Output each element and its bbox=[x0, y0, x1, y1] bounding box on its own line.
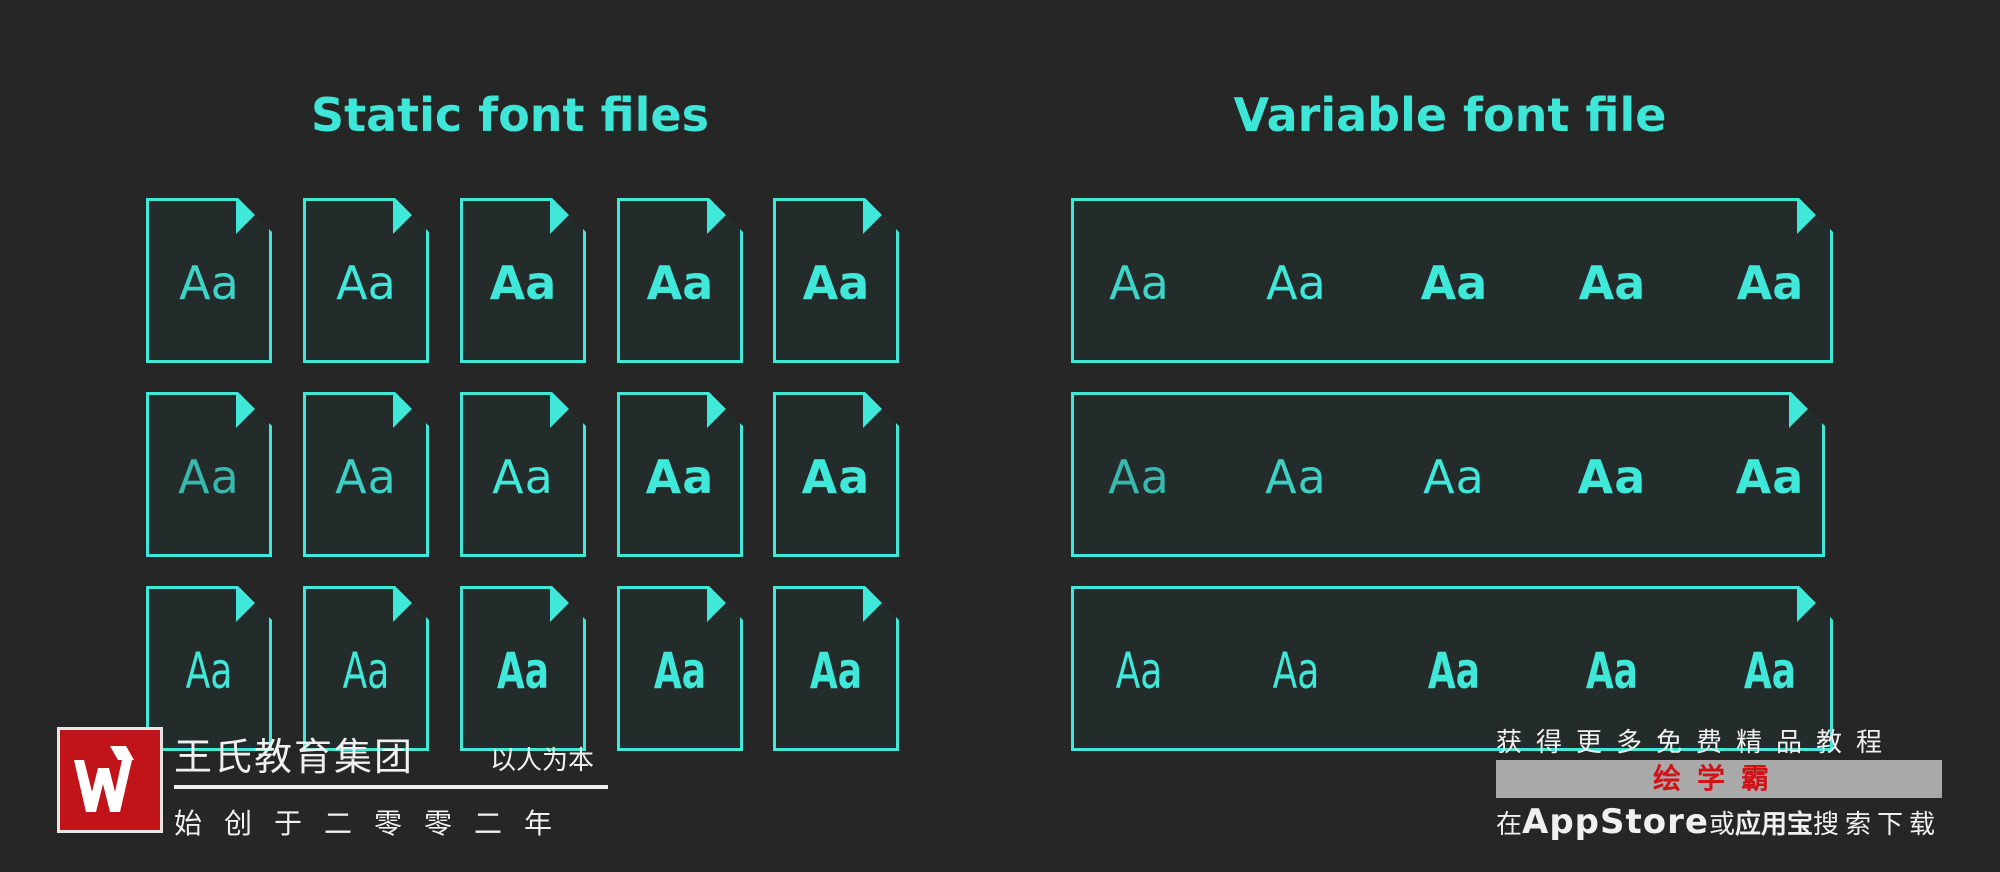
variable-font-sample: Aa bbox=[1736, 255, 1804, 310]
variable-font-sample: Aa bbox=[1735, 449, 1805, 504]
static-font-sample: Aa bbox=[336, 255, 396, 310]
static-font-sample: Aa bbox=[335, 449, 397, 504]
variable-font-sample: Aa bbox=[1578, 255, 1646, 310]
static-font-file: Aa bbox=[303, 392, 429, 557]
static-font-file: Aa bbox=[773, 392, 899, 557]
file-corner-fold-icon bbox=[550, 394, 584, 428]
promo-app-name: 应用宝 bbox=[1734, 810, 1813, 840]
static-font-sample: Aa bbox=[492, 449, 554, 504]
static-font-sample: Aa bbox=[496, 641, 550, 700]
static-font-sample: Aa bbox=[645, 449, 715, 504]
file-corner-fold-icon bbox=[393, 394, 427, 428]
static-font-file: Aa bbox=[146, 392, 272, 557]
variable-font-file-heading: Variable font file bbox=[1233, 88, 1667, 142]
file-corner-fold-icon bbox=[550, 200, 584, 234]
static-font-sample: Aa bbox=[185, 641, 233, 700]
logo-w-mark-icon bbox=[74, 746, 134, 812]
static-font-file: Aa bbox=[617, 198, 743, 363]
variable-font-sample: Aa bbox=[1743, 641, 1797, 700]
static-font-sample: Aa bbox=[646, 255, 714, 310]
file-corner-fold-icon bbox=[236, 200, 270, 234]
static-font-file: Aa bbox=[460, 586, 586, 751]
promo-suffix: 搜索下载 bbox=[1812, 810, 1941, 840]
static-font-sample: Aa bbox=[342, 641, 390, 700]
promo-store-name: AppStore bbox=[1522, 802, 1709, 842]
file-corner-fold-icon bbox=[863, 588, 897, 622]
file-corner-fold-icon bbox=[707, 588, 741, 622]
static-font-sample: Aa bbox=[653, 641, 707, 700]
static-font-file: Aa bbox=[303, 198, 429, 363]
static-font-sample: Aa bbox=[489, 255, 557, 310]
variable-font-sample: Aa bbox=[1423, 449, 1485, 504]
file-corner-fold-icon bbox=[707, 394, 741, 428]
variable-font-sample: Aa bbox=[1115, 641, 1163, 700]
file-corner-fold-icon bbox=[236, 588, 270, 622]
watermark-company-name: 王氏教育集团 bbox=[174, 735, 415, 779]
watermark-slogan: 以人为本 bbox=[490, 746, 595, 776]
watermark-founded: 始创于二零零二年 bbox=[174, 807, 575, 840]
file-corner-fold-icon bbox=[393, 200, 427, 234]
static-font-file: Aa bbox=[773, 198, 899, 363]
promo-app-badge: 绘学霸 bbox=[1496, 760, 1942, 798]
variable-font-file: Aa Aa Aa Aa Aa bbox=[1071, 198, 1833, 363]
static-font-sample: Aa bbox=[809, 641, 863, 700]
variable-font-sample: Aa bbox=[1427, 641, 1481, 700]
file-corner-fold-icon bbox=[236, 394, 270, 428]
static-font-sample: Aa bbox=[801, 449, 871, 504]
variable-font-sample: Aa bbox=[1577, 449, 1647, 504]
variable-font-sample: Aa bbox=[1585, 641, 1639, 700]
static-font-file: Aa bbox=[617, 392, 743, 557]
file-corner-fold-icon bbox=[863, 394, 897, 428]
watermark-divider bbox=[174, 785, 608, 789]
variable-font-sample: Aa bbox=[1272, 641, 1320, 700]
variable-font-file: Aa Aa Aa Aa Aa bbox=[1071, 392, 1825, 557]
variable-font-sample: Aa bbox=[1420, 255, 1488, 310]
static-font-file: Aa bbox=[617, 586, 743, 751]
static-font-files-heading: Static font files bbox=[310, 88, 709, 142]
static-font-file: Aa bbox=[460, 198, 586, 363]
static-font-file: Aa bbox=[773, 586, 899, 751]
static-font-sample: Aa bbox=[802, 255, 870, 310]
variable-font-sample: Aa bbox=[1109, 255, 1169, 310]
file-corner-fold-icon bbox=[393, 588, 427, 622]
static-font-file: Aa bbox=[460, 392, 586, 557]
file-corner-fold-icon bbox=[863, 200, 897, 234]
file-corner-fold-icon bbox=[1797, 200, 1831, 234]
static-font-file: Aa bbox=[146, 198, 272, 363]
file-corner-fold-icon bbox=[707, 200, 741, 234]
file-corner-fold-icon bbox=[550, 588, 584, 622]
file-corner-fold-icon bbox=[1797, 588, 1831, 622]
static-font-sample: Aa bbox=[178, 449, 240, 504]
variable-font-sample: Aa bbox=[1265, 449, 1327, 504]
static-font-sample: Aa bbox=[179, 255, 239, 310]
promo-download-line: 在AppStore或应用宝搜索下载 bbox=[1496, 802, 1941, 842]
promo-or: 或 bbox=[1708, 810, 1735, 840]
promo-tagline: 获得更多免费精品教程 bbox=[1496, 728, 1897, 758]
file-corner-fold-icon bbox=[1789, 394, 1823, 428]
wangshi-logo-icon bbox=[57, 727, 163, 833]
promo-prefix: 在 bbox=[1496, 810, 1523, 840]
variable-font-sample: Aa bbox=[1108, 449, 1170, 504]
variable-font-sample: Aa bbox=[1266, 255, 1326, 310]
